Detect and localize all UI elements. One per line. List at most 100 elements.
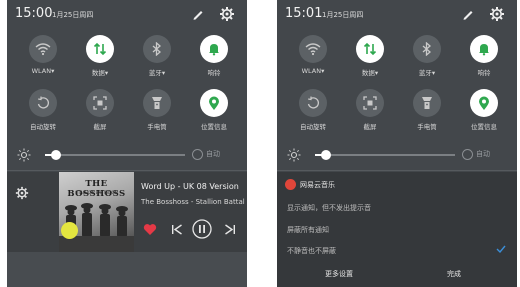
right-phone-screen: 15:01 1月25日周四 WLAN▾ 数据▾ 蓝牙▾ 响铃 自动旋转 截屏 手… xyxy=(277,0,517,287)
netease-music-app-icon xyxy=(285,179,296,190)
flashlight-icon xyxy=(422,97,432,109)
brightness-control: 自动 xyxy=(277,145,517,165)
tile-label: 蓝牙▾ xyxy=(148,69,166,77)
album-sticker xyxy=(61,222,78,239)
status-bar: 15:01 1月25日周四 xyxy=(285,6,509,24)
tile-label: 位置信息 xyxy=(471,123,497,131)
tile-location[interactable]: 位置信息 xyxy=(192,89,236,141)
tile-ring[interactable]: 响铃 xyxy=(462,35,506,87)
option-silent-notify[interactable]: 显示通知，但不发出提示音 xyxy=(287,203,371,213)
tile-label: 手电筒 xyxy=(147,123,167,131)
tile-label: 自动旋转 xyxy=(300,123,326,131)
tile-data[interactable]: 数据▾ xyxy=(78,35,122,87)
tile-label: 截屏 xyxy=(363,123,377,131)
album-cover: THE BOSSHOSS STALLION BATTALION xyxy=(59,172,134,252)
quick-settings-row-2: 自动旋转 截屏 手电筒 位置信息 xyxy=(277,89,517,141)
clock: 15:00 xyxy=(15,6,53,21)
tile-label: 位置信息 xyxy=(201,123,227,131)
tile-flashlight[interactable]: 手电筒 xyxy=(135,89,179,141)
settings-gear-icon[interactable] xyxy=(219,6,235,22)
tile-label: 数据▾ xyxy=(91,69,109,77)
tile-bluetooth[interactable]: 蓝牙▾ xyxy=(135,35,179,87)
tile-data[interactable]: 数据▾ xyxy=(348,35,392,87)
tile-flashlight[interactable]: 手电筒 xyxy=(405,89,449,141)
like-heart-icon[interactable] xyxy=(143,223,157,236)
brightness-slider[interactable] xyxy=(315,150,455,160)
tile-screenshot[interactable]: 截屏 xyxy=(78,89,122,141)
tile-label: WLAN▾ xyxy=(31,67,55,75)
brightness-control: 自动 xyxy=(7,145,247,165)
tile-auto-rotate[interactable]: 自动旋转 xyxy=(21,89,65,141)
tile-wlan[interactable]: WLAN▾ xyxy=(21,35,65,87)
brightness-slider[interactable] xyxy=(45,150,185,160)
tile-label: 响铃 xyxy=(207,69,221,77)
settings-gear-icon[interactable] xyxy=(489,6,505,22)
rotate-icon xyxy=(307,96,320,109)
status-bar: 15:00 1月25日周四 xyxy=(15,6,239,24)
location-icon xyxy=(479,96,489,110)
tile-label: 蓝牙▾ xyxy=(418,69,436,77)
previous-track-icon[interactable] xyxy=(171,223,183,236)
tile-screenshot[interactable]: 截屏 xyxy=(348,89,392,141)
tile-bluetooth[interactable]: 蓝牙▾ xyxy=(405,35,449,87)
screenshot-icon xyxy=(363,96,377,110)
data-arrows-icon xyxy=(93,42,107,56)
quick-settings-row-1: WLAN▾ 数据▾ 蓝牙▾ 响铃 xyxy=(7,35,247,87)
left-phone-screen: 15:00 1月25日周四 WLAN▾ 数据▾ 蓝牙▾ 响铃 自动旋转 截屏 手… xyxy=(7,0,247,287)
edit-pencil-icon[interactable] xyxy=(191,7,205,21)
location-icon xyxy=(209,96,219,110)
notification-settings-panel: 网易云音乐 显示通知，但不发出提示音 屏蔽所有通知 不静音也不屏蔽 更多设置 完… xyxy=(277,172,517,287)
wifi-icon xyxy=(305,43,321,56)
bluetooth-icon xyxy=(422,42,431,56)
quick-settings-row-2: 自动旋转 截屏 手电筒 位置信息 xyxy=(7,89,247,141)
tile-wlan[interactable]: WLAN▾ xyxy=(291,35,335,87)
quick-settings-row-1: WLAN▾ 数据▾ 蓝牙▾ 响铃 xyxy=(277,35,517,87)
wifi-icon xyxy=(35,43,51,56)
album-band-name: THE BOSSHOSS xyxy=(67,179,126,199)
flashlight-icon xyxy=(152,97,162,109)
player-settings-gear-icon[interactable] xyxy=(15,186,29,200)
brightness-slider-knob[interactable] xyxy=(51,150,62,160)
tile-label: 数据▾ xyxy=(361,69,379,77)
bell-icon xyxy=(209,44,219,56)
date-label: 1月25日周四 xyxy=(322,11,364,19)
album-subtitle: STALLION BATTALION xyxy=(75,190,118,195)
tile-label: 截屏 xyxy=(93,123,107,131)
next-track-icon[interactable] xyxy=(224,223,236,236)
divider xyxy=(7,170,247,171)
track-artist: The Bosshoss - Stallion Battalion xyxy=(141,198,245,206)
empty-notification-area xyxy=(7,252,247,287)
bluetooth-icon xyxy=(152,42,161,56)
auto-brightness-label: 自动 xyxy=(476,150,490,158)
checkmark-icon xyxy=(496,245,506,253)
divider xyxy=(277,170,517,171)
tile-label: WLAN▾ xyxy=(301,67,325,75)
data-arrows-icon xyxy=(363,42,377,56)
brightness-sun-icon xyxy=(287,148,301,162)
edit-pencil-icon[interactable] xyxy=(461,7,475,21)
tile-ring[interactable]: 响铃 xyxy=(192,35,236,87)
tile-label: 手电筒 xyxy=(417,123,437,131)
screenshot-icon xyxy=(93,96,107,110)
music-player-notification[interactable]: THE BOSSHOSS STALLION BATTALION Word Up … xyxy=(7,172,247,252)
done-button[interactable]: 完成 xyxy=(447,269,461,279)
rotate-icon xyxy=(37,96,50,109)
track-title: Word Up - UK 08 Version xyxy=(141,182,239,191)
clock: 15:01 xyxy=(285,6,323,21)
tile-label: 响铃 xyxy=(477,69,491,77)
bell-icon xyxy=(479,44,489,56)
tile-label: 自动旋转 xyxy=(30,123,56,131)
auto-brightness-toggle[interactable] xyxy=(192,149,203,160)
app-name: 网易云音乐 xyxy=(300,181,335,189)
brightness-sun-icon xyxy=(17,148,31,162)
auto-brightness-label: 自动 xyxy=(206,150,220,158)
auto-brightness-toggle[interactable] xyxy=(462,149,473,160)
pause-icon[interactable] xyxy=(192,219,212,239)
date-label: 1月25日周四 xyxy=(52,11,94,19)
option-block-all[interactable]: 屏蔽所有通知 xyxy=(287,225,329,235)
tile-location[interactable]: 位置信息 xyxy=(462,89,506,141)
brightness-slider-knob[interactable] xyxy=(321,150,332,160)
tile-auto-rotate[interactable]: 自动旋转 xyxy=(291,89,335,141)
option-normal[interactable]: 不静音也不屏蔽 xyxy=(287,246,336,256)
more-settings-button[interactable]: 更多设置 xyxy=(325,269,353,279)
